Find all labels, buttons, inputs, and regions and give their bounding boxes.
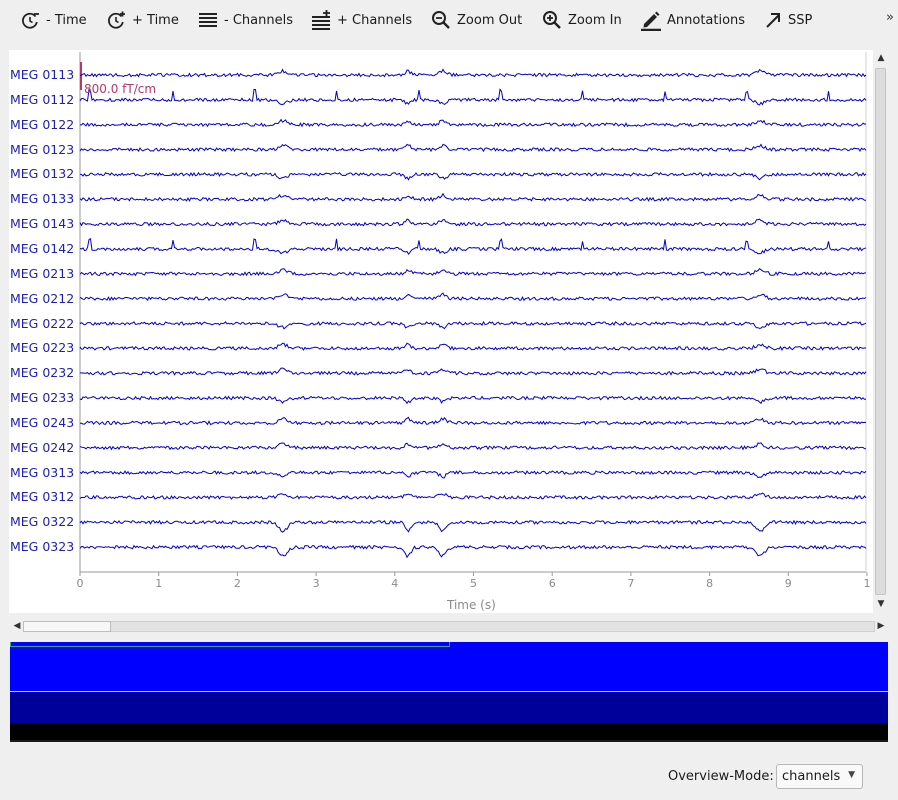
channel-label[interactable]: MEG 0112 xyxy=(10,92,76,107)
x-tick-label: 3 xyxy=(312,577,320,590)
channel-label[interactable]: MEG 0122 xyxy=(10,117,76,132)
channel-label[interactable]: MEG 0212 xyxy=(10,291,76,306)
channel-label[interactable]: MEG 0113 xyxy=(10,68,76,82)
overview-row-2 xyxy=(10,692,888,723)
channel-trace xyxy=(79,442,867,451)
horizontal-scroll-thumb[interactable] xyxy=(23,621,111,632)
channel-label[interactable]: MEG 0242 xyxy=(10,440,76,455)
channel-label[interactable]: MEG 0123 xyxy=(10,142,76,157)
channel-trace xyxy=(79,470,867,479)
channel-trace xyxy=(79,320,867,330)
overview-mode-label: Overview-Mode: xyxy=(668,769,774,784)
channel-label[interactable]: MEG 0323 xyxy=(10,540,76,554)
channel-trace xyxy=(79,218,867,227)
overview-viewport-marker[interactable] xyxy=(10,642,450,647)
channel-label[interactable]: MEG 0322 xyxy=(10,515,76,529)
channel-label[interactable]: MEG 0313 xyxy=(10,465,76,480)
scroll-up-icon[interactable]: ▲ xyxy=(873,53,889,63)
x-tick-label: 0 xyxy=(76,577,84,590)
channel-label[interactable]: MEG 0213 xyxy=(10,266,76,281)
x-tick-label: 1 xyxy=(155,577,163,590)
channel-label[interactable]: MEG 0132 xyxy=(10,167,76,181)
channel-label[interactable]: MEG 0222 xyxy=(10,316,76,331)
channel-trace xyxy=(79,492,867,500)
chevron-down-icon: ▼ xyxy=(848,770,855,780)
channel-label[interactable]: MEG 0243 xyxy=(10,415,76,430)
x-tick-label: 4 xyxy=(391,577,399,590)
channel-trace xyxy=(79,292,867,302)
channel-label[interactable]: MEG 0142 xyxy=(10,241,76,256)
channel-trace xyxy=(79,544,867,559)
channel-trace xyxy=(80,171,867,181)
scroll-down-icon[interactable]: ▼ xyxy=(873,599,889,609)
channel-label[interactable]: MEG 0223 xyxy=(10,341,76,355)
overview-row-1 xyxy=(10,642,888,691)
vertical-scroll-thumb[interactable] xyxy=(875,68,886,595)
overview-mode-value: channels xyxy=(782,769,841,784)
channel-trace xyxy=(79,367,867,376)
channel-trace xyxy=(79,342,867,351)
horizontal-scrollbar[interactable]: ◀ ▶ xyxy=(9,619,889,635)
x-tick-label: 1 xyxy=(863,577,871,590)
traces-canvas xyxy=(79,52,868,576)
scroll-right-icon[interactable]: ▶ xyxy=(873,621,889,631)
channel-trace xyxy=(79,118,867,128)
x-axis-label: Time (s) xyxy=(447,598,496,612)
x-tick-label: 8 xyxy=(706,577,714,590)
channel-label[interactable]: MEG 0133 xyxy=(10,192,76,206)
channel-trace xyxy=(79,238,867,255)
channel-label[interactable]: MEG 0233 xyxy=(10,391,76,405)
overview-mode-select[interactable]: channels ▼ xyxy=(776,764,863,789)
x-tick-label: 9 xyxy=(784,577,792,590)
overview-bottom-line xyxy=(10,740,888,742)
channel-trace xyxy=(79,268,867,277)
channel-trace xyxy=(79,143,867,153)
x-tick-label: 6 xyxy=(548,577,556,590)
vertical-scrollbar[interactable]: ▲ ▼ xyxy=(873,50,889,613)
x-tick-label: 7 xyxy=(627,577,635,590)
channel-label[interactable]: MEG 0312 xyxy=(10,490,76,504)
overview-bar[interactable] xyxy=(10,642,888,742)
channel-trace xyxy=(79,416,867,426)
channel-trace xyxy=(79,192,866,202)
horizontal-scroll-track[interactable] xyxy=(23,621,875,632)
x-tick-label: 5 xyxy=(470,577,477,590)
channel-trace xyxy=(79,68,867,78)
channel-trace xyxy=(79,395,866,405)
overview-row-3 xyxy=(10,723,888,740)
x-tick-label: 2 xyxy=(233,577,241,590)
scale-bar-label: 800.0 fT/cm xyxy=(84,82,157,96)
channel-label[interactable]: MEG 0143 xyxy=(10,217,76,231)
channel-trace xyxy=(79,519,867,533)
channel-trace xyxy=(79,88,867,106)
channel-label[interactable]: MEG 0232 xyxy=(10,366,76,380)
